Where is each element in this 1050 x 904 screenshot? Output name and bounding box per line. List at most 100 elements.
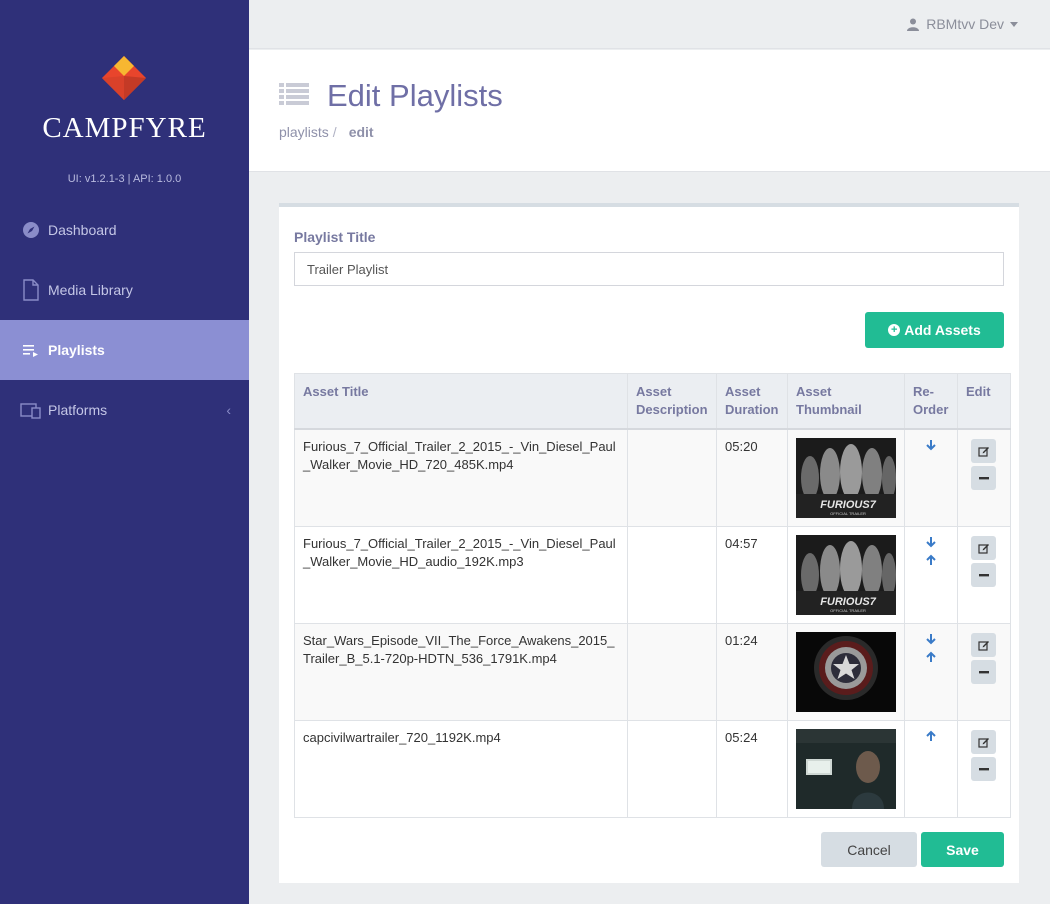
- move-up-icon[interactable]: [925, 554, 937, 566]
- asset-thumbnail: FURIOUS7 OFFICIAL TRAILER: [796, 535, 896, 615]
- table-header-row: Asset Title Asset Description Asset Dura…: [293, 373, 1012, 430]
- asset-thumbnail-cell: [787, 720, 905, 818]
- asset-title-cell: Star_Wars_Episode_VII_The_Force_Awakens_…: [293, 623, 629, 721]
- edit-icon: [978, 544, 989, 554]
- sidebar-item-label: Dashboard: [48, 222, 117, 238]
- asset-duration-cell: 04:57: [716, 526, 788, 624]
- campfyre-logo-icon: [102, 56, 146, 100]
- playlist-title-input[interactable]: [294, 252, 1004, 286]
- sidebar-item-label: Media Library: [48, 282, 133, 298]
- add-assets-button[interactable]: + Add Assets: [865, 312, 1004, 348]
- edit-icon: [978, 447, 989, 457]
- page-title: Edit Playlists: [327, 78, 503, 113]
- thumb-title-text: FURIOUS7: [820, 596, 877, 608]
- file-icon: [20, 279, 42, 301]
- sidebar-item-label: Platforms: [48, 402, 108, 418]
- edit-icon: [978, 641, 989, 651]
- remove-asset-button[interactable]: [971, 660, 997, 684]
- asset-thumbnail: FURIOUS7 OFFICIAL TRAILER: [796, 438, 896, 518]
- sidebar-item-platforms[interactable]: Platforms ‹: [0, 380, 249, 440]
- playlist-title-label: Playlist Title: [294, 229, 376, 245]
- asset-title-cell: Furious_7_Official_Trailer_2_2015_-_Vin_…: [293, 428, 629, 527]
- asset-description-cell: [627, 720, 718, 818]
- save-button[interactable]: Save: [921, 832, 1004, 867]
- minus-icon: [978, 574, 989, 577]
- asset-duration-cell: 05:20: [716, 428, 788, 527]
- table-row: capcivilwartrailer_720_1192K.mp4 05:24: [293, 720, 1012, 818]
- reorder-cell: [904, 623, 958, 721]
- thumb-title-text: FURIOUS7: [820, 499, 877, 511]
- sidebar-item-dashboard[interactable]: Dashboard: [0, 200, 249, 260]
- sidebar-item-playlists[interactable]: Playlists: [0, 320, 249, 380]
- move-down-icon[interactable]: [925, 633, 937, 645]
- move-down-icon[interactable]: [925, 439, 937, 451]
- header-reorder: Re-Order: [904, 373, 958, 430]
- playlist-icon: [20, 339, 42, 361]
- compass-icon: [20, 219, 42, 241]
- table-row: Furious_7_Official_Trailer_2_2015_-_Vin_…: [293, 526, 1012, 624]
- brand-name: CAMPFYRE: [42, 112, 207, 144]
- edit-icon: [978, 738, 989, 748]
- edit-cell: [956, 720, 1012, 818]
- edit-asset-button[interactable]: [971, 633, 997, 657]
- user-menu[interactable]: RBMtvv Dev: [907, 16, 1018, 32]
- reorder-cell: [904, 428, 958, 527]
- collapse-sidebar-icon[interactable]: ‹: [226, 402, 231, 418]
- edit-cell: [956, 428, 1012, 527]
- asset-duration-cell: 05:24: [716, 720, 788, 818]
- edit-asset-button[interactable]: [971, 439, 997, 463]
- breadcrumb-parent[interactable]: playlists: [279, 124, 329, 140]
- header-asset-title: Asset Title: [293, 373, 629, 430]
- version-text: UI: v1.2.1-3 | API: 1.0.0: [67, 173, 182, 185]
- minus-icon: [978, 768, 989, 771]
- header-asset-duration: Asset Duration: [716, 373, 788, 430]
- move-up-icon[interactable]: [925, 730, 937, 742]
- reorder-cell: [904, 526, 958, 624]
- header-asset-description: Asset Description: [627, 373, 718, 430]
- asset-description-cell: [627, 526, 718, 624]
- breadcrumb-current: edit: [348, 124, 374, 140]
- user-name: RBMtvv Dev: [926, 16, 1004, 32]
- edit-asset-button[interactable]: [971, 730, 997, 754]
- minus-icon: [978, 671, 989, 674]
- asset-thumbnail: [796, 632, 896, 712]
- reorder-cell: [904, 720, 958, 818]
- remove-asset-button[interactable]: [971, 757, 997, 781]
- asset-duration-cell: 01:24: [716, 623, 788, 721]
- devices-icon: [20, 399, 42, 421]
- asset-thumbnail-cell: FURIOUS7 OFFICIAL TRAILER: [787, 526, 905, 624]
- cancel-button[interactable]: Cancel: [821, 832, 917, 867]
- topbar: RBMtvv Dev: [249, 0, 1050, 49]
- playlist-edit-card: Playlist Title + Add Assets Asset Title …: [279, 203, 1019, 883]
- remove-asset-button[interactable]: [971, 466, 997, 490]
- move-up-icon[interactable]: [925, 651, 937, 663]
- table-row: Furious_7_Official_Trailer_2_2015_-_Vin_…: [293, 428, 1012, 527]
- asset-thumbnail-cell: [787, 623, 905, 721]
- chevron-down-icon: [1010, 21, 1018, 27]
- list-icon: [279, 83, 309, 105]
- sidebar: CAMPFYRE UI: v1.2.1-3 | API: 1.0.0 Dashb…: [0, 0, 249, 904]
- breadcrumb-separator: /: [332, 124, 337, 140]
- edit-cell: [956, 623, 1012, 721]
- add-assets-label: Add Assets: [904, 322, 981, 338]
- minus-icon: [978, 477, 989, 480]
- thumb-subtitle-text: OFFICIAL TRAILER: [830, 511, 866, 516]
- edit-cell: [956, 526, 1012, 624]
- user-icon: [907, 18, 920, 31]
- asset-description-cell: [627, 428, 718, 527]
- page-header: Edit Playlists playlists / edit: [249, 50, 1050, 172]
- asset-title-cell: capcivilwartrailer_720_1192K.mp4: [293, 720, 629, 818]
- breadcrumb: playlists / edit: [279, 124, 374, 140]
- remove-asset-button[interactable]: [971, 563, 997, 587]
- plus-circle-icon: +: [888, 324, 901, 336]
- move-down-icon[interactable]: [925, 536, 937, 548]
- edit-asset-button[interactable]: [971, 536, 997, 560]
- thumb-subtitle-text: OFFICIAL TRAILER: [830, 608, 866, 613]
- assets-table: Asset Title Asset Description Asset Dura…: [293, 373, 1012, 818]
- header-edit: Edit: [956, 373, 1012, 430]
- table-row: Star_Wars_Episode_VII_The_Force_Awakens_…: [293, 623, 1012, 721]
- asset-thumbnail: [796, 729, 896, 809]
- header-asset-thumbnail: Asset Thumbnail: [787, 373, 905, 430]
- asset-description-cell: [627, 623, 718, 721]
- sidebar-item-media-library[interactable]: Media Library: [0, 260, 249, 320]
